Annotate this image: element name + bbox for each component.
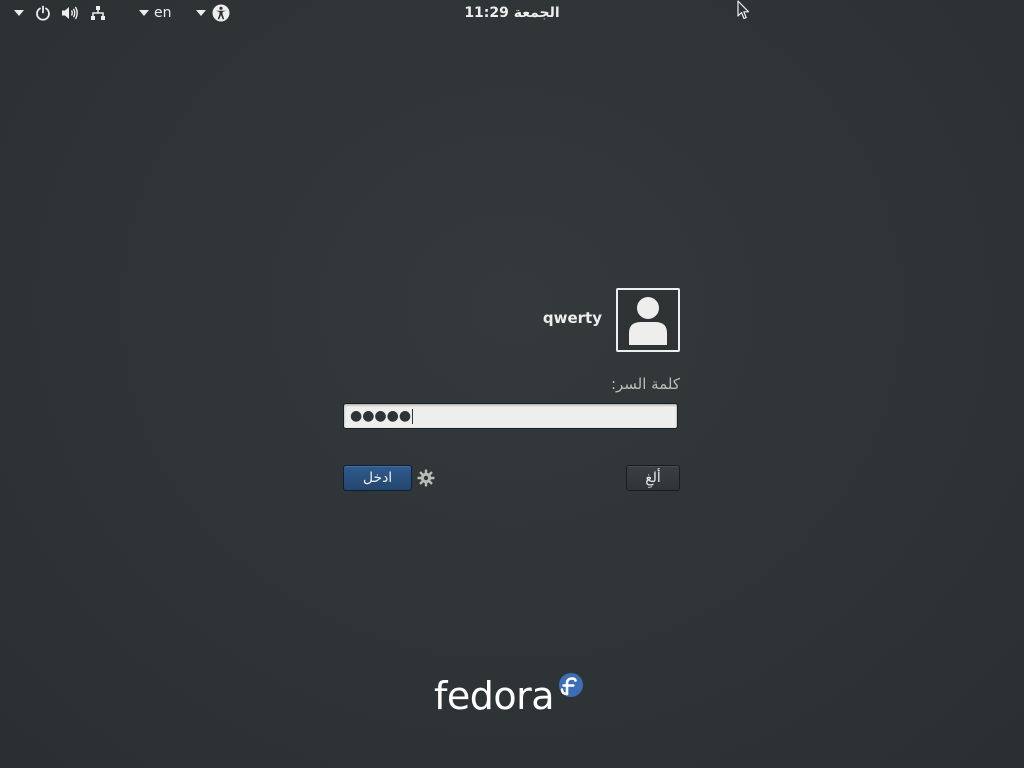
fedora-logo: fedora [434, 670, 594, 726]
system-menu-arrow[interactable] [14, 0, 24, 26]
clock[interactable]: الجمعة 11:29 [412, 0, 612, 26]
language-label: en [154, 5, 172, 21]
user-icon [629, 297, 667, 345]
text-caret [412, 408, 414, 424]
network-icon [91, 6, 105, 20]
logo-wordmark: fedora [434, 674, 555, 718]
chevron-down-icon [14, 10, 24, 16]
password-field[interactable]: ●●●●● [343, 403, 678, 429]
volume-button[interactable] [61, 0, 79, 26]
mouse-cursor-icon [737, 0, 750, 20]
network-button[interactable] [90, 0, 106, 26]
language-menu[interactable]: en [139, 0, 172, 26]
password-prompt-label: كلمة السر: [610, 375, 680, 393]
accessibility-menu[interactable] [196, 0, 230, 26]
cancel-button[interactable]: ألغِ [626, 465, 680, 491]
accessibility-icon [212, 4, 230, 22]
avatar [616, 288, 680, 352]
password-masked-value: ●●●●● [350, 408, 412, 424]
power-icon [36, 5, 50, 21]
gear-icon[interactable] [417, 469, 435, 487]
fedora-infinity-icon [559, 673, 583, 697]
top-bar: en الجمعة 11:29 [0, 0, 1024, 26]
sign-in-button[interactable]: ادخل [343, 465, 412, 491]
chevron-down-icon [196, 10, 206, 16]
chevron-down-icon [139, 10, 149, 16]
volume-icon [62, 6, 78, 20]
username-label: qwerty [542, 309, 602, 327]
power-button[interactable] [35, 0, 51, 26]
